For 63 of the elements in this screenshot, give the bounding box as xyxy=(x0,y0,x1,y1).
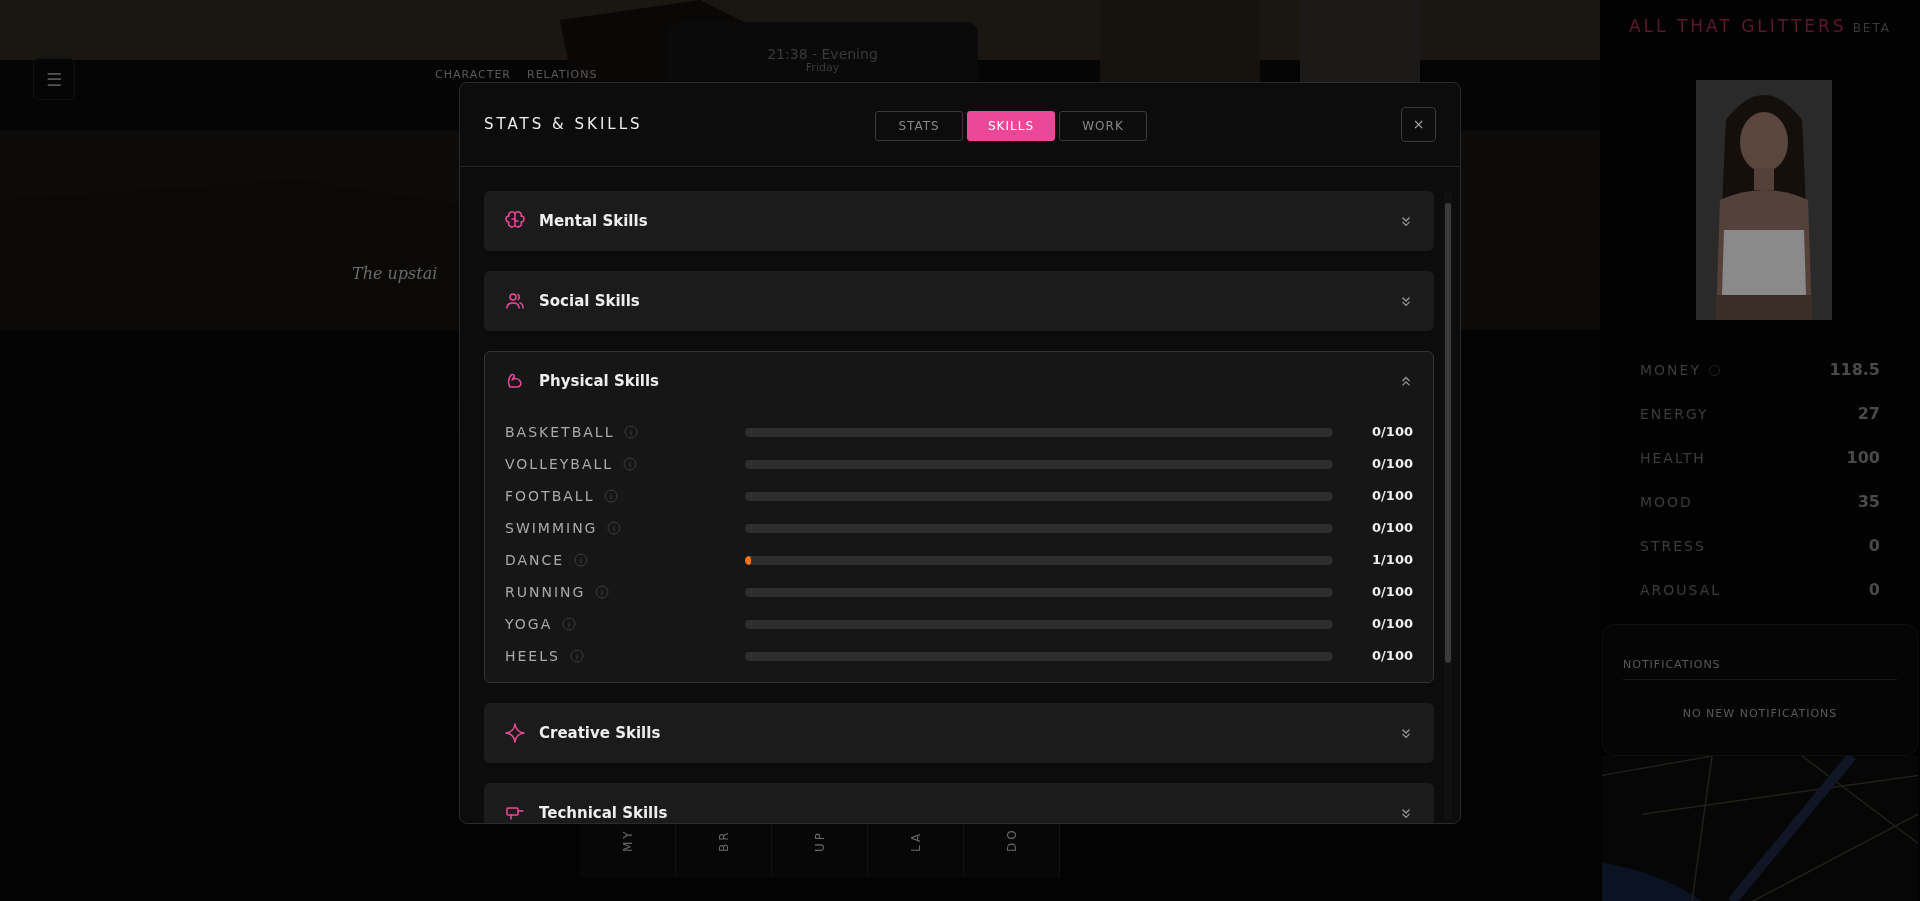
accordion-header[interactable]: Mental Skills xyxy=(485,192,1433,250)
skill-value: 0/100 xyxy=(1371,615,1413,634)
accordion-header[interactable]: Social Skills xyxy=(485,272,1433,330)
brain-icon xyxy=(505,211,525,231)
skill-name: RUNNING xyxy=(505,582,586,602)
nav-link[interactable]: CHARACTER xyxy=(435,67,511,84)
skill-name: FOOTBALL xyxy=(505,486,595,506)
nav-link[interactable]: RELATIONS xyxy=(527,67,598,84)
stat-value: 118.5 xyxy=(1829,358,1880,381)
tab[interactable]: SKILLS xyxy=(967,111,1055,141)
skill-name: YOGA xyxy=(505,614,553,634)
skill-value: 0/100 xyxy=(1371,423,1413,442)
tab[interactable]: STATS xyxy=(875,111,963,141)
narration-text: The upstai xyxy=(352,263,438,285)
skill-name: VOLLEYBALL xyxy=(505,454,614,474)
info-icon[interactable] xyxy=(574,553,589,567)
accordion-header[interactable]: Physical Skills xyxy=(485,352,1433,410)
tab[interactable]: WORK xyxy=(1059,111,1147,141)
panel-title: NOTIFICATIONS xyxy=(1623,656,1897,680)
stat-value: 27 xyxy=(1857,402,1880,425)
close-button[interactable]: × xyxy=(1401,107,1436,142)
skill-value: 0/100 xyxy=(1371,583,1413,602)
app-title: ALL THAT GLITTERS xyxy=(1628,16,1847,36)
menu-button[interactable]: ☰ xyxy=(33,58,75,100)
stat-label: MOOD xyxy=(1640,493,1693,510)
accordion-header[interactable]: Creative Skills xyxy=(485,704,1433,762)
skill-value: 1/100 xyxy=(1371,551,1413,570)
info-icon[interactable] xyxy=(562,617,577,631)
skill-name: BASKETBALL xyxy=(505,422,615,442)
info-icon[interactable] xyxy=(624,425,639,439)
info-icon[interactable] xyxy=(607,521,622,535)
modal-title: STATS & SKILLS xyxy=(484,114,643,136)
stat-label: AROUSAL xyxy=(1640,581,1722,598)
location-tab[interactable]: LA xyxy=(906,822,925,852)
info-icon[interactable] xyxy=(623,457,638,471)
location-tab[interactable]: UP xyxy=(810,822,829,852)
accordion-header[interactable]: Technical Skills xyxy=(485,784,1433,823)
location-tab[interactable]: BR xyxy=(714,822,733,852)
skill-value: 0/100 xyxy=(1371,647,1413,666)
beta-label: BETA xyxy=(1852,21,1892,35)
scrollbar[interactable] xyxy=(1444,191,1452,819)
skill-name: HEELS xyxy=(505,646,560,666)
location-tab[interactable]: MY xyxy=(618,822,637,852)
skill-value: 0/100 xyxy=(1371,519,1413,538)
stat-label: STRESS xyxy=(1640,537,1706,554)
stat-label: MONEY xyxy=(1640,361,1701,378)
info-icon[interactable] xyxy=(595,585,610,599)
stat-value: 35 xyxy=(1857,490,1880,513)
stat-value: 100 xyxy=(1846,446,1880,469)
stat-label: HEALTH xyxy=(1640,449,1706,466)
stat-value: 0 xyxy=(1868,534,1880,557)
location-tab[interactable]: DO xyxy=(1002,822,1021,852)
skill-name: SWIMMING xyxy=(505,518,598,538)
stat-value: 0 xyxy=(1868,578,1880,601)
info-icon[interactable] xyxy=(604,489,619,503)
skill-name: DANCE xyxy=(505,550,565,570)
stat-label: ENERGY xyxy=(1640,405,1709,422)
skill-value: 0/100 xyxy=(1371,487,1413,506)
empty-message: NO NEW NOTIFICATIONS xyxy=(1681,706,1839,722)
people-icon xyxy=(505,291,525,311)
info-icon[interactable] xyxy=(569,649,584,663)
sparkle-icon xyxy=(505,723,525,743)
skill-value: 0/100 xyxy=(1371,455,1413,474)
